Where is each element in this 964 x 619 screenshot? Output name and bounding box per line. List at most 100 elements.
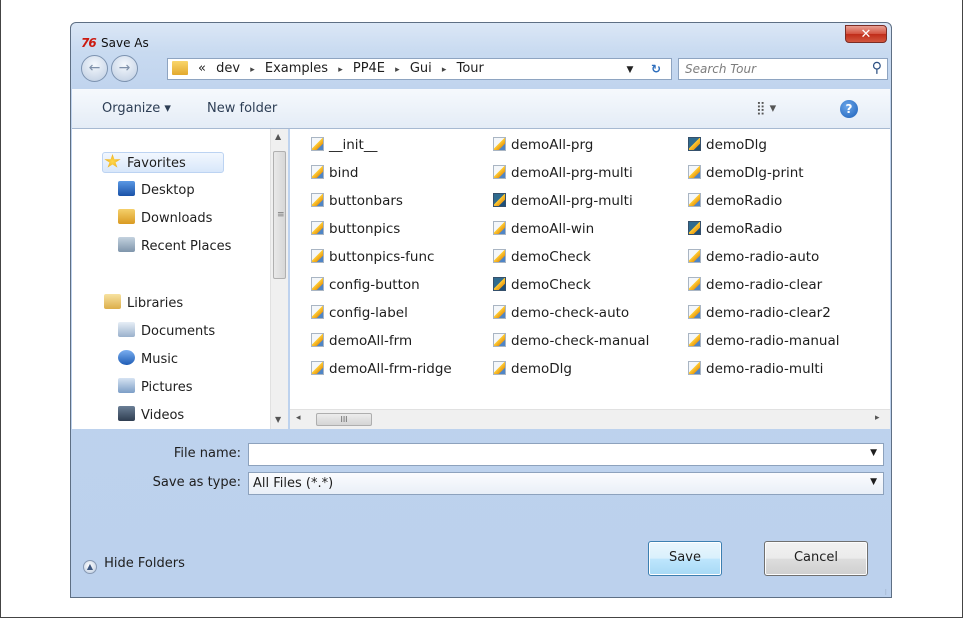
file-item[interactable]: demoDlg — [688, 137, 767, 159]
python-file-icon — [311, 249, 324, 263]
file-name-text: demoAll-prg-multi — [511, 165, 633, 181]
forward-button[interactable]: → — [111, 55, 138, 82]
breadcrumb-separator-icon[interactable]: ▸ — [338, 65, 343, 75]
file-item[interactable]: bind — [311, 165, 358, 187]
file-item[interactable]: demoAll-prg — [493, 137, 593, 159]
navigation-pane: Favorites Desktop Downloads Recent Place… — [72, 129, 288, 429]
search-input[interactable]: Search Tour ⚲ — [678, 58, 888, 80]
sidebar-item-downloads[interactable]: Downloads — [118, 209, 212, 231]
file-item[interactable]: __init__ — [311, 137, 377, 159]
breadcrumb-item-dev[interactable]: dev — [216, 61, 240, 76]
sidebar-item-videos[interactable]: Videos — [118, 406, 184, 428]
scroll-down-icon[interactable]: ▼ — [275, 415, 281, 424]
file-item[interactable]: demoAll-frm — [311, 333, 412, 355]
python-file-icon — [311, 361, 324, 375]
file-item[interactable]: buttonbars — [311, 193, 403, 215]
breadcrumb-item-tour[interactable]: Tour — [457, 61, 484, 76]
help-icon[interactable]: ? — [840, 100, 858, 118]
close-button[interactable]: ✕ — [845, 25, 887, 43]
address-dropdown-icon[interactable]: ▼ — [620, 62, 640, 78]
breadcrumb-separator-icon[interactable]: ▸ — [250, 65, 255, 75]
file-list-scrollbar[interactable]: ◂ III ▸ — [290, 409, 890, 429]
sidebar-scroll-thumb[interactable]: ≡ — [273, 151, 286, 279]
file-item[interactable]: config-label — [311, 305, 408, 327]
breadcrumb-separator-icon[interactable]: ▸ — [395, 65, 400, 75]
scroll-right-icon[interactable]: ▸ — [875, 413, 880, 423]
new-folder-button[interactable]: New folder — [207, 101, 277, 116]
sidebar-scrollbar[interactable]: ▲ ≡ ▼ — [270, 129, 288, 429]
file-item[interactable]: demoCheck — [493, 277, 591, 299]
back-button[interactable]: ← — [81, 55, 108, 82]
music-icon — [118, 350, 135, 365]
sidebar-item-recent-places[interactable]: Recent Places — [118, 237, 231, 259]
file-item[interactable]: demoCheck — [493, 249, 591, 271]
file-name-text: demoAll-prg — [511, 137, 594, 153]
compiled-python-icon — [493, 277, 506, 291]
breadcrumb-item-pp4e[interactable]: PP4E — [353, 61, 385, 76]
title-bar[interactable]: 76 Save As ✕ — [71, 23, 891, 53]
sidebar-item-label: Videos — [141, 408, 185, 423]
sidebar-item-label: Favorites — [127, 156, 186, 171]
file-item[interactable]: demoDlg — [493, 361, 572, 383]
app-icon: 76 — [81, 36, 97, 50]
file-item[interactable]: demo-radio-manual — [688, 333, 840, 355]
file-name-field[interactable]: ▼ — [248, 443, 884, 466]
file-item[interactable]: demo-radio-multi — [688, 361, 823, 383]
save-button[interactable]: Save — [648, 541, 722, 576]
file-name-text: demo-radio-auto — [706, 249, 820, 265]
file-list: __init__bind buttonbars buttonpics buttonpi… — [290, 129, 890, 429]
address-bar[interactable]: « dev ▸ Examples ▸ PP4E ▸ Gui ▸ Tour — [167, 58, 672, 80]
python-file-icon — [493, 165, 506, 179]
compiled-python-icon — [493, 193, 506, 207]
hide-folders-button[interactable]: ▲ Hide Folders — [83, 556, 185, 574]
file-item[interactable]: demoDlg-print — [688, 165, 804, 187]
file-item[interactable]: demo-radio-clear2 — [688, 305, 831, 327]
breadcrumb-item-examples[interactable]: Examples — [265, 61, 328, 76]
sidebar-item-pictures[interactable]: Pictures — [118, 378, 192, 400]
sidebar-item-libraries[interactable]: Libraries — [104, 294, 183, 316]
file-item[interactable]: buttonpics-func — [311, 249, 434, 271]
file-item[interactable]: demoAll-win — [493, 221, 594, 243]
sidebar-item-desktop[interactable]: Desktop — [118, 181, 195, 203]
file-name-dropdown-icon[interactable]: ▼ — [870, 448, 877, 458]
file-item[interactable]: config-button — [311, 277, 420, 299]
python-file-icon — [493, 361, 506, 375]
breadcrumb-item-gui[interactable]: Gui — [410, 61, 432, 76]
file-name-text: demoCheck — [511, 249, 591, 265]
file-item[interactable]: demo-check-auto — [493, 305, 629, 327]
scroll-left-icon[interactable]: ◂ — [296, 413, 301, 423]
file-item[interactable]: demo-radio-auto — [688, 249, 819, 271]
file-item[interactable]: demoRadio — [688, 193, 782, 215]
save-as-type-select[interactable]: All Files (*.*) ▼ — [248, 472, 884, 495]
sidebar-item-music[interactable]: Music — [118, 350, 178, 372]
search-icon[interactable]: ⚲ — [872, 60, 882, 76]
save-as-type-dropdown-icon[interactable]: ▼ — [870, 477, 877, 487]
organize-button[interactable]: Organize ▾ — [102, 101, 171, 116]
file-item[interactable]: demoAll-frm-ridge — [311, 361, 452, 383]
file-list-scroll-thumb[interactable]: III — [316, 413, 372, 426]
file-item[interactable]: demoAll-prg-multi — [493, 193, 633, 215]
sidebar-item-favorites[interactable]: Favorites — [104, 154, 186, 176]
change-view-icon[interactable]: ⣿ ▾ — [756, 101, 776, 116]
file-name-text: demo-check-manual — [511, 333, 650, 349]
downloads-folder-icon — [118, 209, 135, 224]
file-name-text: demo-radio-clear2 — [706, 305, 831, 321]
file-name-text: demoCheck — [511, 277, 591, 293]
scroll-up-icon[interactable]: ▲ — [275, 132, 281, 141]
cancel-button[interactable]: Cancel — [764, 541, 868, 576]
file-item[interactable]: demo-check-manual — [493, 333, 649, 355]
python-file-icon — [688, 333, 701, 347]
refresh-icon[interactable]: ↻ — [645, 60, 667, 78]
breadcrumb-overflow[interactable]: « — [198, 61, 206, 76]
resize-grip-icon[interactable]: ⁝ — [884, 588, 887, 597]
file-name-text: __init__ — [329, 137, 378, 153]
sidebar-item-documents[interactable]: Documents — [118, 322, 215, 344]
sidebar-item-label: Music — [141, 352, 178, 367]
file-item[interactable]: demo-radio-clear — [688, 277, 822, 299]
file-item[interactable]: demoRadio — [688, 221, 782, 243]
file-item[interactable]: demoAll-prg-multi — [493, 165, 633, 187]
breadcrumb-separator-icon[interactable]: ▸ — [442, 65, 447, 75]
chevron-up-icon: ▲ — [83, 560, 97, 574]
command-toolbar: Organize ▾ New folder ⣿ ▾ ? — [72, 89, 890, 129]
file-item[interactable]: buttonpics — [311, 221, 400, 243]
